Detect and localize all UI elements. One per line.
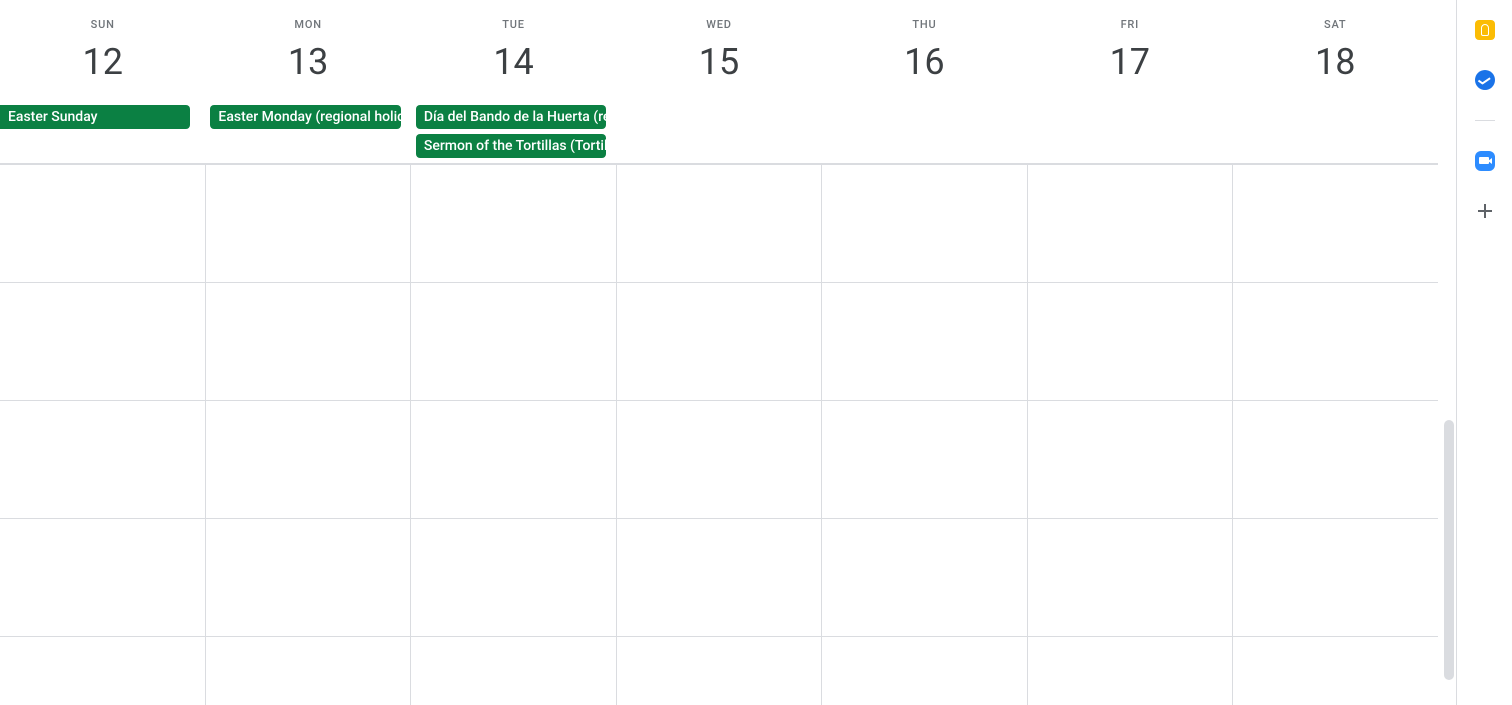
day-number[interactable]: 16 <box>822 39 1027 85</box>
day-number[interactable]: 15 <box>616 39 821 85</box>
day-of-week-label: SAT <box>1233 18 1438 31</box>
time-col-mon[interactable] <box>206 164 412 705</box>
day-number[interactable]: 14 <box>411 39 616 85</box>
calendar-week-grid: SUN 12 MON 13 TUE 14 WED 15 THU 16 FRI 1… <box>0 0 1438 705</box>
day-of-week-label: THU <box>822 18 1027 31</box>
zoom-icon[interactable] <box>1475 151 1495 171</box>
day-of-week-label: WED <box>616 18 821 31</box>
day-header-fri[interactable]: FRI 17 <box>1027 0 1232 100</box>
time-col-fri[interactable] <box>1028 164 1234 705</box>
calendar-main: SUN 12 MON 13 TUE 14 WED 15 THU 16 FRI 1… <box>0 0 1456 705</box>
day-header-sat[interactable]: SAT 18 <box>1233 0 1438 100</box>
time-col-wed[interactable] <box>617 164 823 705</box>
side-panel-divider <box>1475 120 1495 121</box>
side-panel <box>1456 0 1512 705</box>
day-header-wed[interactable]: WED 15 <box>616 0 821 100</box>
all-day-events-row[interactable]: Easter Sunday Easter Monday (regional hol… <box>0 100 1438 164</box>
day-of-week-label: SUN <box>0 18 205 31</box>
day-number[interactable]: 12 <box>0 39 205 85</box>
all-day-event[interactable]: Día del Bando de la Huerta (regional hol… <box>416 105 606 129</box>
time-grid-columns <box>0 164 1438 705</box>
day-number[interactable]: 17 <box>1027 39 1232 85</box>
time-col-sat[interactable] <box>1233 164 1438 705</box>
all-day-event[interactable]: Easter Monday (regional holiday) <box>210 105 400 129</box>
all-day-event[interactable]: Easter Sunday <box>0 105 190 129</box>
day-header-thu[interactable]: THU 16 <box>822 0 1027 100</box>
day-header-sun[interactable]: SUN 12 <box>0 0 205 100</box>
time-col-thu[interactable] <box>822 164 1028 705</box>
day-number[interactable]: 18 <box>1233 39 1438 85</box>
all-day-event[interactable]: Sermon of the Tortillas (Tortillas Sermo… <box>416 134 606 158</box>
day-of-week-label: MON <box>205 18 410 31</box>
add-addon-icon[interactable] <box>1475 201 1495 221</box>
day-of-week-label: FRI <box>1027 18 1232 31</box>
day-number[interactable]: 13 <box>205 39 410 85</box>
time-col-tue[interactable] <box>411 164 617 705</box>
vertical-scrollbar[interactable] <box>1444 420 1454 680</box>
time-grid[interactable] <box>0 164 1438 705</box>
day-headers-row: SUN 12 MON 13 TUE 14 WED 15 THU 16 FRI 1… <box>0 0 1438 100</box>
tasks-icon[interactable] <box>1475 70 1495 90</box>
time-col-sun[interactable] <box>0 164 206 705</box>
day-header-tue[interactable]: TUE 14 <box>411 0 616 100</box>
day-of-week-label: TUE <box>411 18 616 31</box>
keep-icon[interactable] <box>1475 20 1495 40</box>
day-header-mon[interactable]: MON 13 <box>205 0 410 100</box>
